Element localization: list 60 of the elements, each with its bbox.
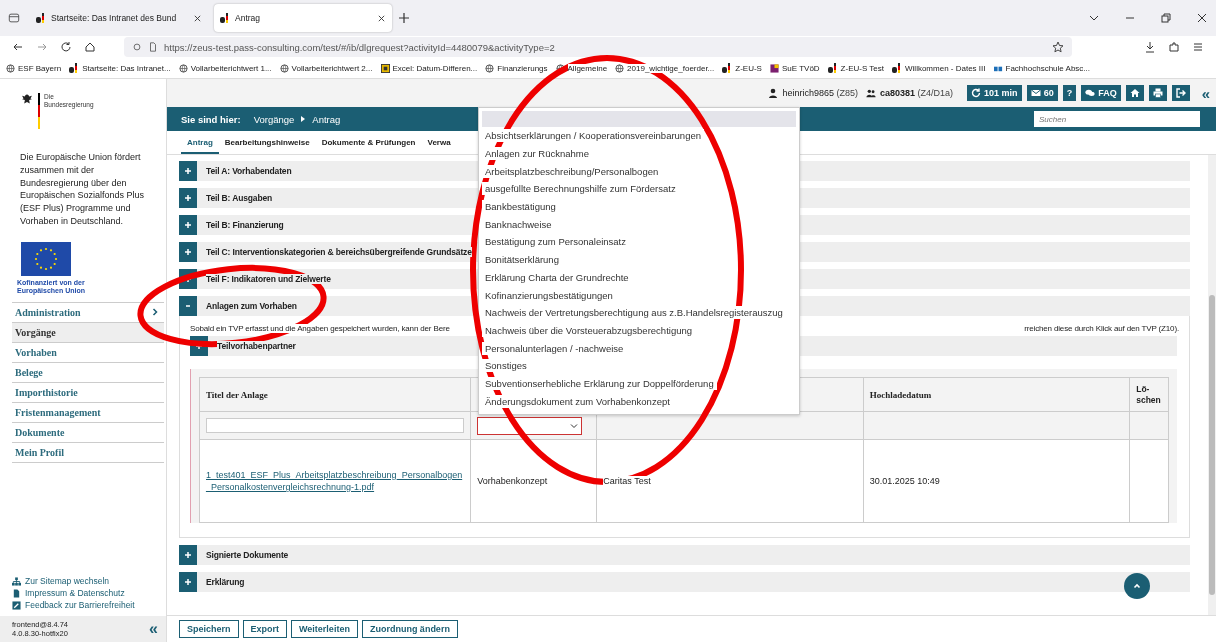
tab[interactable]: Antrag	[181, 138, 219, 154]
action-button[interactable]: Speichern	[179, 620, 239, 638]
section-title[interactable]: Teilvorhabenpartner	[217, 341, 296, 351]
section-title[interactable]: Teil A: Vorhabendaten	[206, 166, 292, 176]
dropdown-option[interactable]: Änderungsdokument zum Vorhabenkonzept	[482, 394, 673, 408]
faq-button[interactable]: FAQ	[1081, 85, 1121, 101]
dropdown-option[interactable]: ausgefüllte Berechnungshilfe zum Fördersatz	[482, 182, 679, 196]
tab[interactable]: Bearbeitungshinweise	[218, 138, 316, 154]
section-title[interactable]: Anlagen zum Vorhaben	[206, 301, 297, 311]
breadcrumb-item[interactable]: Antrag	[312, 113, 341, 125]
section-title[interactable]: Erklärung	[206, 577, 245, 587]
collapse-button[interactable]: «	[1199, 84, 1212, 102]
collapse-sidebar-button[interactable]: «	[149, 620, 158, 638]
nav-item[interactable]: Administration	[12, 302, 164, 323]
section-title[interactable]: Teil B: Finanzierung	[206, 220, 284, 230]
column-header: Hochladedatum	[863, 377, 1130, 412]
footer-link[interactable]: Impressum & Datenschutz	[12, 588, 166, 598]
nav-item[interactable]: Fristenmanagement	[12, 402, 164, 423]
nav-item[interactable]: Belege	[12, 362, 164, 383]
search-field[interactable]: Suchen	[1034, 111, 1200, 127]
tab[interactable]: Verwa	[421, 138, 457, 154]
tab[interactable]: Dokumente & Prüfungen	[315, 138, 422, 154]
dropdown-option[interactable]: Bankbestätigung	[482, 200, 559, 214]
breadcrumb-item[interactable]: Vorgänge	[253, 113, 295, 125]
address-bar[interactable]: https://zeus-test.pass-consulting.com/test/#/ib/dlgrequest?activityId=4480079&activityType=2	[124, 37, 1072, 57]
browser-tab[interactable]: Antrag	[214, 4, 392, 32]
section-title[interactable]: Teil B: Ausgaben	[206, 193, 273, 203]
dropdown-option[interactable]: Bestätigung zum Personaleinsatz	[482, 235, 629, 249]
dropdown-option[interactable]: Absichtserklärungen / Kooperationsvereinbarungen	[482, 129, 704, 143]
footer-link[interactable]: Feedback zur Barrierefreiheit	[12, 600, 166, 610]
browser-tab[interactable]: Startseite: Das Intranet des Bund	[30, 4, 208, 32]
table-cell: Caritas Test	[603, 476, 651, 486]
column-header: Lö-schen	[1129, 377, 1169, 412]
dropdown-option[interactable]: Subventionserhebliche Erklärung zur Doppelförderung	[482, 376, 717, 390]
table-cell: Vorhabenkonzept	[477, 476, 548, 486]
footer-link[interactable]: Zur Sitemap wechseln	[12, 576, 166, 586]
action-button[interactable]: Weiterleiten	[291, 620, 358, 638]
breadcrumb-label: Sie sind hier:	[181, 113, 241, 125]
refresh-button[interactable]: 101 min	[967, 85, 1022, 101]
section-title[interactable]: Teil C: Interventionskategorien & bereichsübergreifende Grundsätze	[206, 247, 472, 257]
column-header: Titel der Anlage	[199, 377, 471, 412]
section-title[interactable]: Teil F: Indikatoren und Zielwerte	[206, 274, 331, 284]
eu-funding-text: Die Europäische Union fördert zusammen mit der Bundesregierung über den Europäischen Sozialfonds Plus (ESF Plus) Programme und Vorhaben in Deutschland.	[20, 151, 146, 228]
dropdown-option[interactable]: Sonstiges	[482, 359, 530, 373]
account-name: ca80381 (Z4/D1a)	[880, 88, 954, 98]
dropdown-option[interactable]: Bonitätserklärung	[482, 253, 562, 267]
user-name: heinrich9865 (Z85)	[782, 88, 858, 98]
dropdown-option[interactable]: Nachweis der Vertretungsberechtigung aus z.B.Handelsregisterauszug	[482, 306, 786, 320]
mail-button[interactable]: 60	[1026, 85, 1058, 101]
help-button[interactable]: ?	[1062, 85, 1077, 101]
action-button[interactable]: Zuordnung ändern	[361, 620, 458, 638]
nav-item[interactable]: Vorhaben	[12, 342, 164, 363]
intro-text: rreichen diese durch Klick auf den TVP (Z10).	[1024, 324, 1179, 333]
table-cell: 30.01.2025 10:49	[869, 476, 940, 486]
intro-text: Sobald ein TVP erfasst und die Angaben gespeichert wurden, kann der Bere	[190, 324, 450, 333]
nav-item[interactable]: Importhistorie	[12, 382, 164, 403]
nav-item[interactable]: Dokumente	[12, 422, 164, 443]
nav-item[interactable]: Mein Profil	[12, 442, 164, 463]
section-title[interactable]: Signierte Dokumente	[206, 550, 289, 560]
action-button[interactable]: Export	[242, 620, 288, 638]
